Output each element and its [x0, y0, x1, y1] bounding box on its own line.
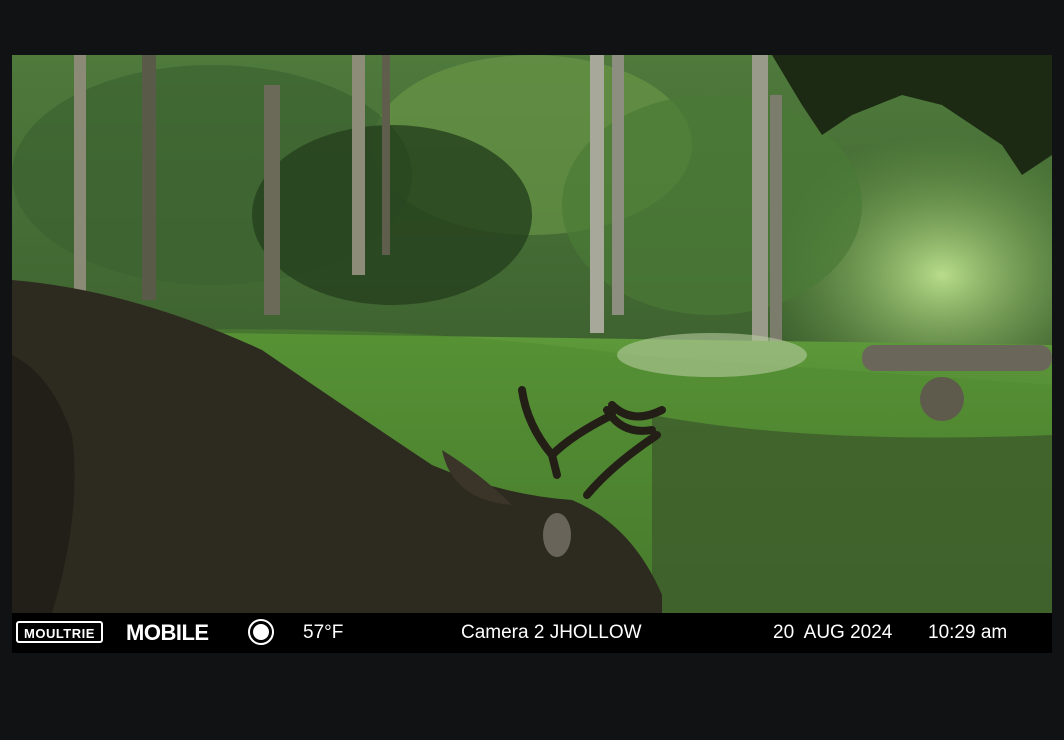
capture-date: 20 AUG 2024 [773, 622, 893, 643]
temperature-readout: 57°F [303, 622, 344, 643]
moultrie-logo: MOULTRIE [16, 621, 103, 643]
forest-deer-scene [12, 55, 1052, 613]
camera-name: Camera 2 JHOLLOW [461, 622, 642, 643]
mobile-wordmark: MOBILE [126, 620, 209, 645]
camera-info-bar: MOULTRIE MOBILE 57°F Camera 2 JHOLLOW 20… [12, 613, 1052, 653]
capture-time: 10:29 am [928, 622, 1008, 643]
trail-camera-photo: MOULTRIE MOBILE 57°F Camera 2 JHOLLOW 20… [12, 55, 1052, 653]
full-moon-icon [248, 619, 274, 645]
